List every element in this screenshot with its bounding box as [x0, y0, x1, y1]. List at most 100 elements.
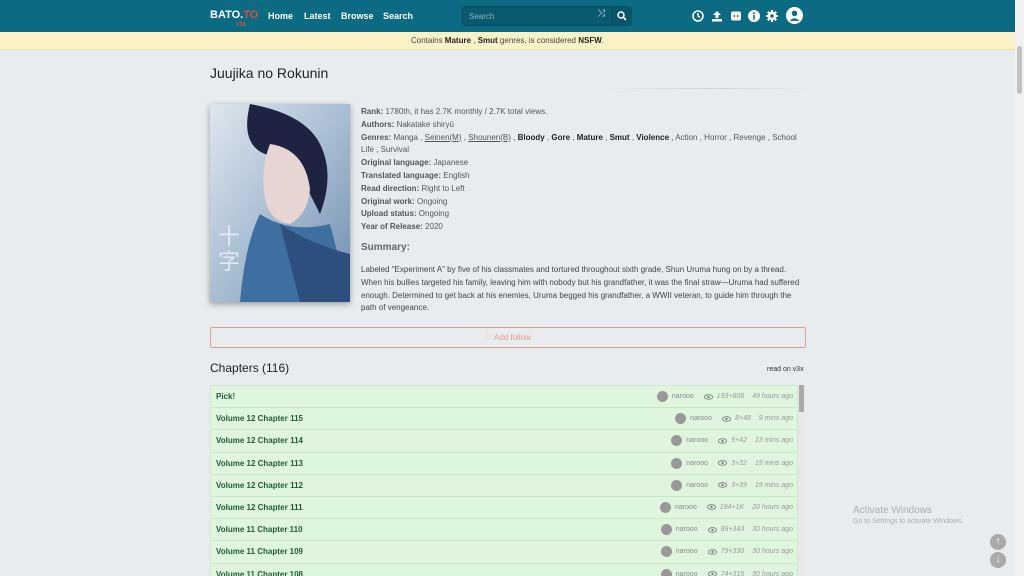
- history-icon[interactable]: [691, 9, 705, 23]
- chapter-views: 79+330: [720, 548, 745, 556]
- genre-tag[interactable]: Action: [675, 133, 697, 142]
- chapter-views: 193+808: [716, 393, 745, 400]
- chapter-meta: narooo 88+343 30 hours ago: [660, 524, 793, 536]
- chapter-time: 30 hours ago: [752, 548, 793, 556]
- info-genres: Genres: Manga , Seinen(M) , Shounen(B) ,…: [361, 132, 806, 158]
- uploader-avatar[interactable]: [671, 479, 683, 491]
- uploader-name[interactable]: narooo: [676, 571, 698, 576]
- uploader-name[interactable]: narooo: [672, 393, 694, 400]
- chapter-row[interactable]: Volume 11 Chapter 110 narooo 88+343 30 hour…: [211, 519, 797, 542]
- notice-text: Contains: [411, 36, 445, 45]
- read-dir-label: Read direction:: [361, 183, 420, 193]
- chapter-link[interactable]: Volume 12 Chapter 114: [216, 436, 303, 445]
- orig-work-value: Ongoing: [417, 196, 448, 206]
- chapter-link[interactable]: Volume 11 Chapter 109: [216, 547, 303, 556]
- chapter-link[interactable]: Volume 12 Chapter 115: [216, 414, 303, 423]
- genre-tag[interactable]: Seinen(M): [425, 133, 462, 142]
- chapter-list-scrollbar[interactable]: [798, 385, 805, 576]
- notice-text-mid: genres, is considered: [497, 36, 579, 45]
- chapter-views: 8+48: [734, 415, 751, 423]
- chapter-list-scrollbar-thumb[interactable]: [799, 385, 804, 412]
- eye-icon: [707, 526, 717, 533]
- genre-separator: ,: [373, 145, 381, 155]
- chapter-time: 19 mins ago: [754, 481, 793, 489]
- chapter-row[interactable]: Volume 12 Chapter 113 narooo 3+32 15 mins a…: [211, 452, 797, 475]
- nav-latest[interactable]: Latest: [304, 11, 331, 21]
- gear-icon[interactable]: [765, 9, 779, 23]
- uploader-name[interactable]: narooo: [686, 482, 708, 489]
- chapter-link[interactable]: Volume 12 Chapter 113: [216, 459, 303, 468]
- shuffle-icon[interactable]: ⤨: [593, 8, 609, 24]
- trans-lang-value: English: [443, 170, 470, 180]
- site-logo[interactable]: BATO.TO: [210, 9, 258, 21]
- genre-tag[interactable]: Survival: [381, 145, 409, 154]
- genre-tag[interactable]: Violence: [636, 133, 669, 142]
- chapter-link[interactable]: Volume 11 Chapter 110: [216, 525, 303, 534]
- genre-separator: ,: [602, 132, 610, 142]
- chapter-link[interactable]: Pick!: [216, 392, 235, 401]
- genre-separator: ,: [570, 132, 577, 142]
- nav-home[interactable]: Home: [268, 11, 293, 21]
- uploader-name[interactable]: narooo: [676, 548, 698, 555]
- chapter-row[interactable]: Volume 12 Chapter 114 narooo 5+42 13 mins a…: [211, 430, 797, 453]
- genre-tag[interactable]: Smut: [610, 133, 630, 142]
- chapter-views: 5+42: [731, 437, 747, 445]
- uploader-name[interactable]: narooo: [676, 526, 698, 533]
- title-divider: [600, 88, 820, 89]
- genre-tag[interactable]: Bloody: [518, 133, 545, 142]
- trans-lang-label: Translated language:: [361, 170, 442, 180]
- chapter-row[interactable]: Volume 12 Chapter 115 narooo 8+48 9 mins ag…: [211, 408, 797, 431]
- rank-value: 1780th, it has 2.7K monthly / 2.7K total…: [385, 107, 548, 116]
- uploader-name[interactable]: narooo: [686, 460, 708, 467]
- orig-lang-value: Japanese: [433, 158, 469, 168]
- page-scrollbar-thumb[interactable]: [1017, 46, 1022, 94]
- windows-watermark-title: Activate Windows: [853, 505, 932, 516]
- scroll-up-button[interactable]: ↑: [990, 534, 1006, 550]
- read-dir-value: Right to Left: [421, 183, 465, 193]
- chapter-link[interactable]: Volume 12 Chapter 111: [216, 503, 303, 512]
- uploader-name[interactable]: narooo: [690, 415, 712, 422]
- read-on-link[interactable]: read on v3x: [767, 366, 804, 373]
- uploader-avatar[interactable]: [660, 524, 672, 536]
- summary-heading: Summary:: [361, 242, 410, 253]
- user-avatar-icon[interactable]: [786, 7, 803, 24]
- search-input[interactable]: [462, 6, 612, 26]
- uploader-avatar[interactable]: [671, 435, 683, 447]
- uploader-avatar[interactable]: [660, 546, 672, 558]
- authors-label: Authors:: [361, 119, 395, 129]
- chapter-time: 49 hours ago: [752, 393, 793, 400]
- add-follow-button[interactable]: ♡ Add follow: [210, 327, 806, 348]
- genre-tag[interactable]: Revenge: [734, 133, 766, 142]
- chapter-row[interactable]: Volume 12 Chapter 112 narooo 3+39 19 mins a…: [211, 474, 797, 497]
- genre-tag[interactable]: Horror: [704, 133, 727, 142]
- authors-value[interactable]: Nakatake shiryū: [397, 120, 454, 129]
- nav-search[interactable]: Search: [383, 11, 413, 21]
- genre-tag[interactable]: Manga: [393, 133, 417, 142]
- uploader-avatar[interactable]: [675, 413, 687, 425]
- discord-icon[interactable]: [729, 9, 743, 23]
- chapter-row[interactable]: Volume 12 Chapter 111 narooo 194+1K 20 hour…: [211, 496, 797, 520]
- genre-tag[interactable]: Shounen(B): [468, 133, 511, 142]
- scroll-down-button[interactable]: ↓: [990, 552, 1006, 568]
- cover-image[interactable]: 十 字: [210, 104, 350, 302]
- uploader-avatar[interactable]: [656, 391, 668, 402]
- uploader-avatar[interactable]: [659, 501, 671, 513]
- uploader-name[interactable]: narooo: [675, 504, 697, 511]
- uploader-name[interactable]: narooo: [686, 437, 708, 444]
- chapter-row[interactable]: Volume 11 Chapter 108 narooo 74+315 30 hour…: [211, 563, 797, 576]
- chapter-list: Pick! narooo 193+808 49 hours ago Volume 12 …: [210, 385, 798, 576]
- chapter-row[interactable]: Volume 11 Chapter 109 narooo 79+330 30 hour…: [211, 541, 797, 564]
- chapter-link[interactable]: Volume 12 Chapter 112: [216, 481, 303, 490]
- genre-tag[interactable]: Mature: [577, 133, 603, 142]
- chapter-link[interactable]: Volume 11 Chapter 108: [216, 570, 303, 576]
- info-read-direction: Read direction: Right to Left: [361, 183, 806, 196]
- info-icon[interactable]: [747, 9, 761, 23]
- uploader-avatar[interactable]: [671, 457, 683, 469]
- nav-browse[interactable]: Browse: [341, 11, 374, 21]
- uploader-avatar[interactable]: [660, 568, 672, 576]
- chapter-row[interactable]: Pick! narooo 193+808 49 hours ago: [211, 386, 797, 409]
- search-button[interactable]: [612, 6, 632, 26]
- manga-info: Rank: 1780th, it has 2.7K monthly / 2.7K…: [361, 106, 806, 234]
- genre-tag[interactable]: Gore: [551, 133, 570, 142]
- upload-icon[interactable]: [710, 9, 724, 23]
